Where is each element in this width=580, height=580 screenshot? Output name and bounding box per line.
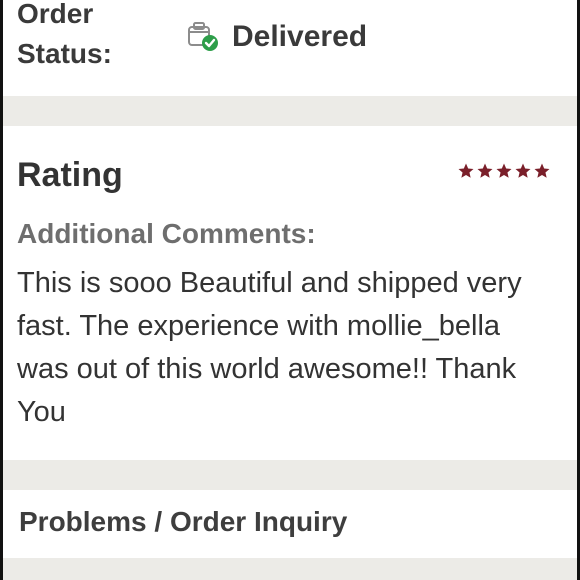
problems-order-inquiry-title[interactable]: Problems / Order Inquiry [19, 506, 347, 538]
order-review-screen: Order Status: Delivered Rating Additiona… [0, 0, 580, 580]
star-icon [533, 162, 551, 180]
rating-stars [457, 162, 551, 180]
order-status-label: Order Status: [17, 0, 112, 69]
star-icon [457, 162, 475, 180]
order-status-value-group: Delivered [186, 16, 367, 58]
additional-comments-label: Additional Comments: [17, 218, 316, 249]
star-icon [476, 162, 494, 180]
star-icon [495, 162, 513, 180]
star-icon [514, 162, 532, 180]
delivered-check-icon [186, 20, 220, 54]
rating-title: Rating [17, 156, 123, 194]
problems-order-inquiry-card[interactable]: Problems / Order Inquiry [3, 490, 577, 558]
rating-card: Rating Additional Comments: This is sooo… [3, 126, 577, 460]
additional-comments-text: This is sooo Beautiful and shipped very … [17, 267, 522, 428]
order-status-value: Delivered [232, 20, 368, 53]
order-status-card: Order Status: Delivered [3, 0, 577, 96]
